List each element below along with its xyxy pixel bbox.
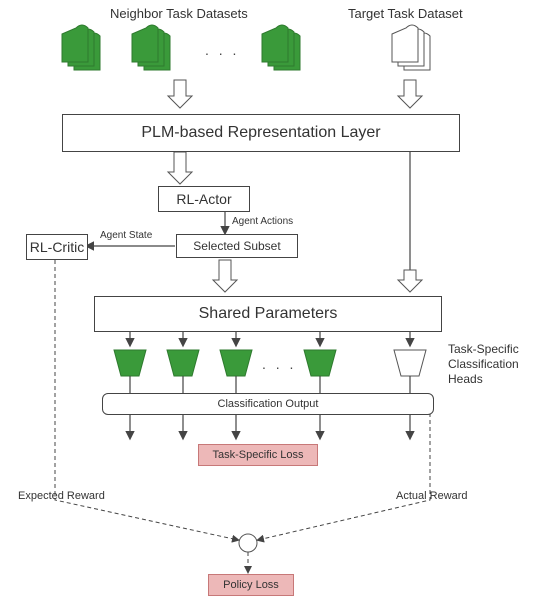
heads-side-label: Task-Specific Classification Heads xyxy=(448,342,519,387)
rl-actor-box: RL-Actor xyxy=(158,186,250,212)
neighbor-stack-2 xyxy=(132,25,170,70)
arrow-neighbor-to-plm xyxy=(168,80,192,108)
task-loss-box: Task-Specific Loss xyxy=(198,444,318,466)
selected-subset-box: Selected Subset xyxy=(176,234,298,258)
rl-critic-box: RL-Critic xyxy=(26,234,88,260)
head-trap-3 xyxy=(220,350,252,376)
arrow-plm-to-actor xyxy=(168,152,192,184)
selected-subset-label: Selected Subset xyxy=(193,239,280,253)
target-stack xyxy=(392,25,430,70)
top-ellipsis: . . . xyxy=(205,42,239,58)
arrow-target-to-shared xyxy=(398,270,422,292)
heads-ellipsis: . . . xyxy=(262,356,296,372)
head-trap-2 xyxy=(167,350,199,376)
head-trap-4 xyxy=(304,350,336,376)
rl-critic-label: RL-Critic xyxy=(30,239,84,255)
policy-loss-label: Policy Loss xyxy=(223,579,279,591)
neighbor-stack-1 xyxy=(62,25,100,70)
rl-actor-label: RL-Actor xyxy=(176,191,231,207)
agent-state-label: Agent State xyxy=(100,230,152,241)
arrow-target-to-plm xyxy=(398,80,422,108)
actual-reward-path xyxy=(258,413,430,540)
policy-loss-box: Policy Loss xyxy=(208,574,294,596)
diagram-canvas: Neighbor Task Datasets Target Task Datas… xyxy=(0,0,536,616)
task-loss-label: Task-Specific Loss xyxy=(212,449,303,461)
class-output-label: Classification Output xyxy=(218,398,319,410)
expected-reward-label: Expected Reward xyxy=(18,490,105,502)
shared-params-box: Shared Parameters xyxy=(94,296,442,332)
reward-combine-circle xyxy=(239,534,257,552)
neighbor-datasets-label: Neighbor Task Datasets xyxy=(110,6,248,21)
head-trap-1 xyxy=(114,350,146,376)
target-dataset-label: Target Task Dataset xyxy=(348,6,463,21)
class-output-box: Classification Output xyxy=(102,393,434,415)
head-trap-target xyxy=(394,350,426,376)
shared-params-label: Shared Parameters xyxy=(199,305,338,323)
actual-reward-label: Actual Reward xyxy=(396,490,468,502)
agent-actions-label: Agent Actions xyxy=(232,216,293,227)
plm-label: PLM-based Representation Layer xyxy=(141,124,380,142)
neighbor-stack-3 xyxy=(262,25,300,70)
arrow-subset-to-shared xyxy=(213,260,237,292)
plm-box: PLM-based Representation Layer xyxy=(62,114,460,152)
